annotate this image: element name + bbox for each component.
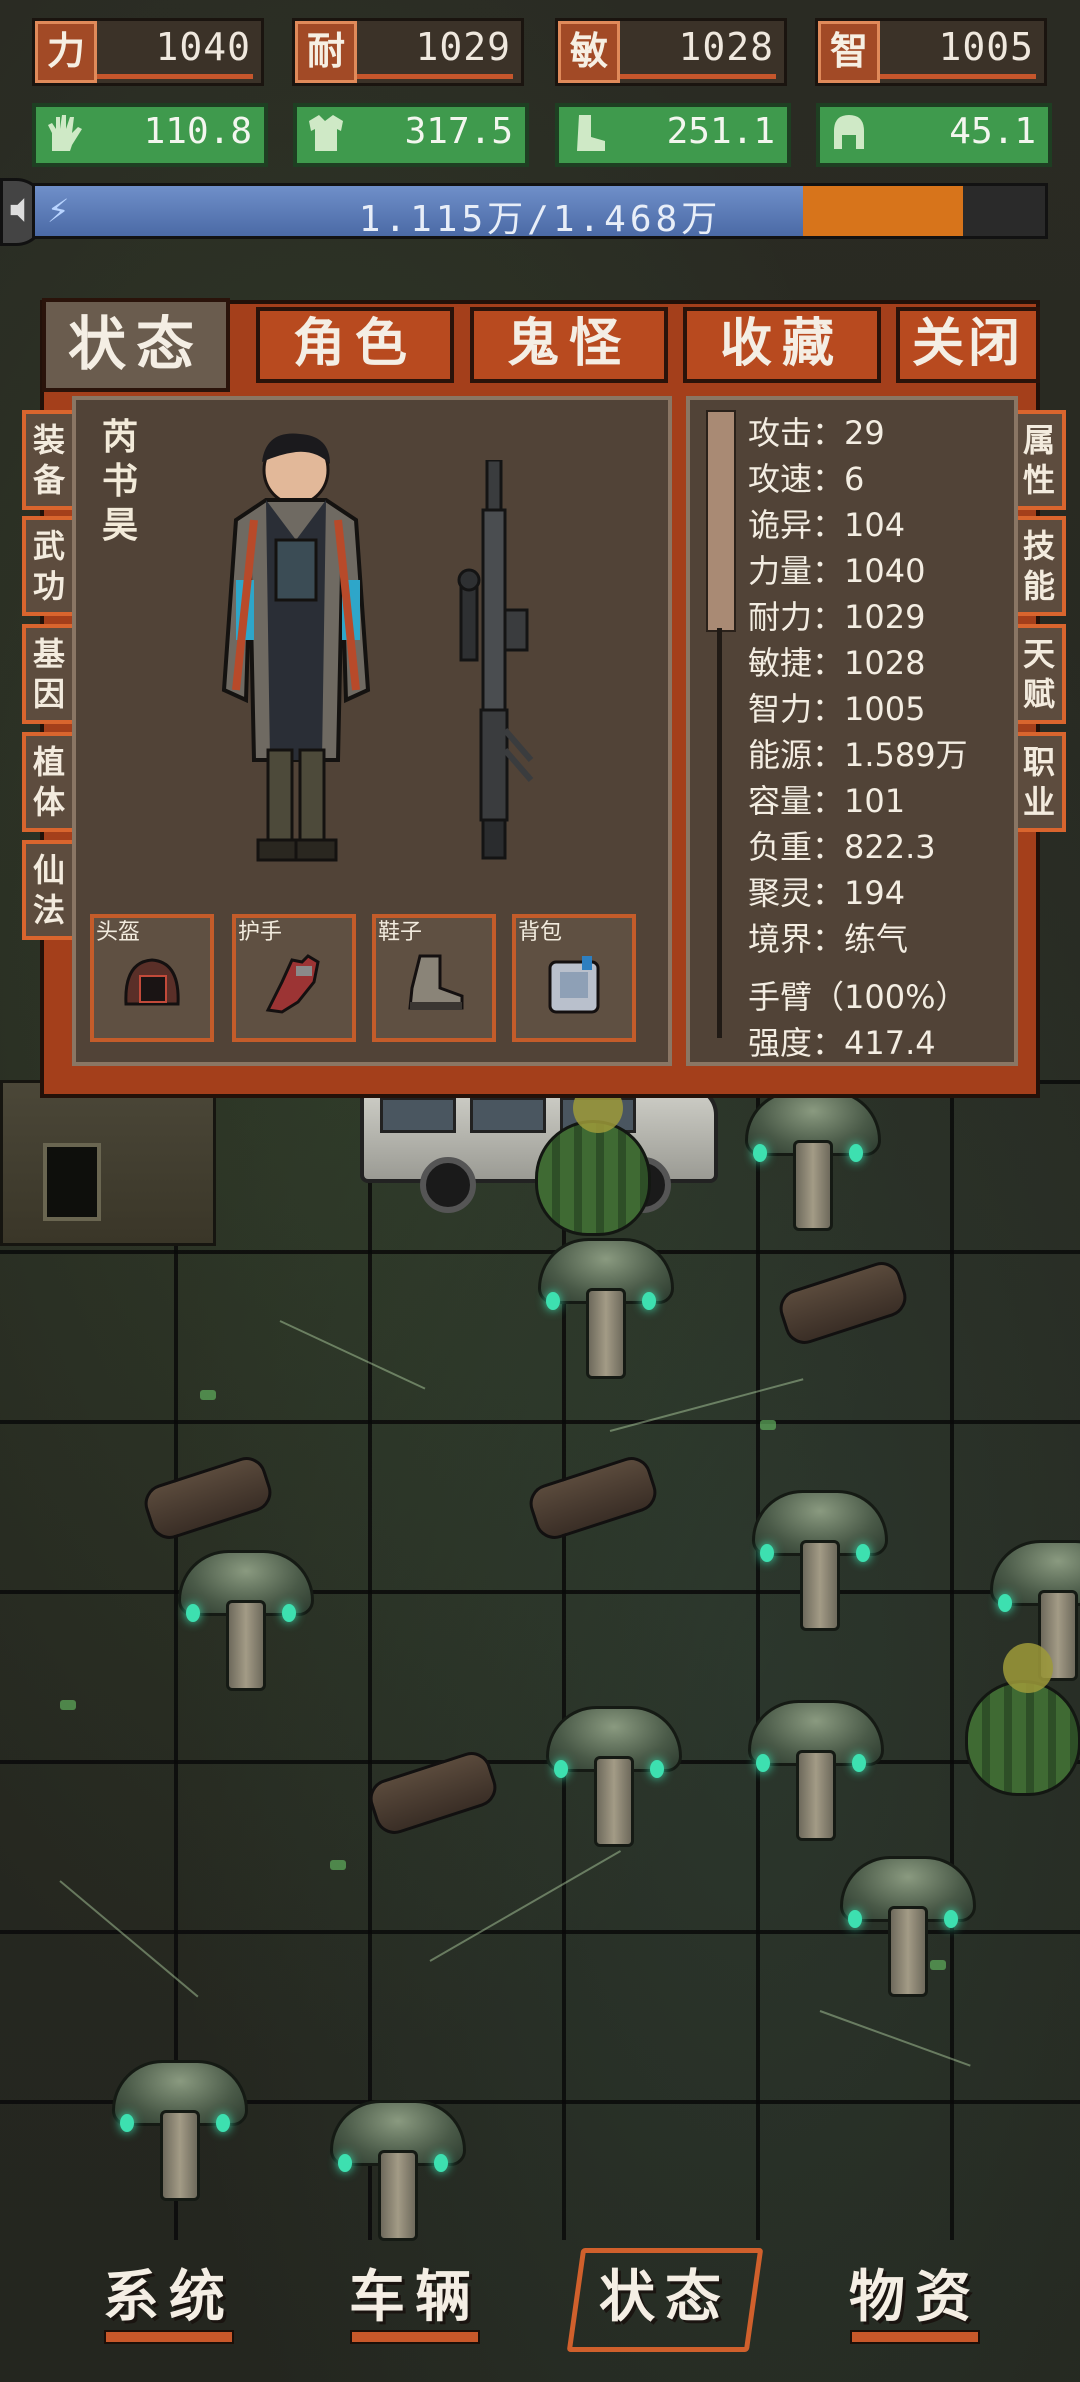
mushroom-monster[interactable] (748, 1700, 884, 1841)
side-tab-profession[interactable]: 职业 (1012, 732, 1066, 832)
armor-icon (309, 115, 343, 151)
attr-tag: 力 (35, 21, 97, 83)
side-tab-equipment[interactable]: 装备 (22, 410, 76, 510)
slot-boots[interactable]: 鞋子 (372, 914, 496, 1042)
scroll-thumb[interactable] (706, 410, 736, 632)
stat-load: 负重：822.3 (748, 828, 936, 866)
backpack-icon (548, 956, 600, 1014)
slot-label: 鞋子 (378, 920, 423, 945)
gear-value: 110.8 (143, 111, 252, 152)
attr-value: 1028 (678, 25, 774, 69)
nav-supplies[interactable]: 物资 (830, 2258, 1000, 2344)
stat-strength: 力量：1040 (748, 552, 926, 590)
stat-weirdness: 诡异：104 (748, 506, 906, 544)
slot-gloves[interactable]: 护手 (232, 914, 356, 1042)
stat-agility: 敏捷：1028 (748, 644, 926, 682)
attr-tag: 敏 (558, 21, 620, 83)
mushroom-monster[interactable] (330, 2100, 466, 2241)
tab-status[interactable]: 状态 (42, 298, 230, 392)
hut-door[interactable] (43, 1143, 101, 1221)
helmet-icon (124, 958, 180, 1006)
mushroom-monster[interactable] (546, 1706, 682, 1847)
stat-attack-speed: 攻速：6 (748, 460, 865, 498)
gear-glove-stat: 110.8 (32, 103, 268, 167)
attr-intelligence: 智 1005 (815, 18, 1047, 86)
glove-icon (48, 115, 82, 151)
tab-collection[interactable]: 收藏 (683, 307, 881, 383)
nav-status[interactable]: 状态 (566, 2248, 764, 2352)
attr-value: 1029 (415, 25, 511, 69)
ruined-hut[interactable] (0, 1080, 216, 1246)
van-window (380, 1097, 456, 1133)
character-portrait[interactable] (196, 430, 396, 880)
stat-intelligence: 智力：1005 (748, 690, 926, 728)
close-button[interactable]: 关闭 (896, 307, 1040, 383)
side-tab-implant[interactable]: 植体 (22, 732, 76, 832)
rifle-weapon[interactable] (451, 460, 541, 860)
mushroom-monster[interactable] (112, 2060, 248, 2201)
side-tab-gene[interactable]: 基因 (22, 624, 76, 724)
stat-energy: 能源：1.589万 (748, 736, 968, 774)
tab-monsters[interactable]: 鬼怪 (470, 307, 668, 383)
speaker-icon (10, 198, 25, 222)
gear-helmet-stat: 45.1 (816, 103, 1052, 167)
attr-agility: 敏 1028 (555, 18, 787, 86)
gear-armor-stat: 317.5 (293, 103, 529, 167)
gear-value: 317.5 (404, 111, 513, 152)
equipment-view: 芮书昊 头盔 护手 鞋子 背包 (72, 396, 672, 1066)
stat-spirit: 聚灵：194 (748, 874, 906, 912)
side-tab-martial[interactable]: 武功 (22, 516, 76, 616)
mushroom-monster[interactable] (745, 1090, 881, 1231)
energy-bar: ⚡ 1.115万/1.468万 (32, 183, 1048, 240)
stat-attack: 攻击：29 (748, 414, 885, 452)
spore-pod-monster[interactable] (965, 1643, 1080, 1796)
tab-character[interactable]: 角色 (256, 307, 454, 383)
nav-label: 系统 (103, 2265, 235, 2330)
attr-value: 1005 (938, 25, 1034, 69)
side-tab-skills[interactable]: 技能 (1012, 516, 1066, 616)
slot-backpack[interactable]: 背包 (512, 914, 636, 1042)
mushroom-monster[interactable] (840, 1856, 976, 1997)
stat-realm: 境界：练气 (748, 920, 909, 958)
helmet-icon (834, 115, 864, 149)
side-tab-talent[interactable]: 天赋 (1012, 624, 1066, 724)
attr-tag: 耐 (295, 21, 357, 83)
side-tab-attributes[interactable]: 属性 (1012, 410, 1066, 510)
gear-value: 251.1 (666, 111, 775, 152)
attr-strength: 力 1040 (32, 18, 264, 86)
stat-arm: 手臂（100%） (748, 978, 968, 1016)
mushroom-monster[interactable] (752, 1490, 888, 1631)
attribute-list[interactable]: 攻击：29 攻速：6 诡异：104 力量：1040 耐力：1029 敏捷：102… (686, 396, 1018, 1066)
attr-endurance: 耐 1029 (292, 18, 524, 86)
mushroom-monster[interactable] (178, 1550, 314, 1691)
spore-pod-monster[interactable] (535, 1083, 651, 1236)
van-window (470, 1097, 546, 1133)
van-wheel (420, 1157, 476, 1213)
gear-value: 45.1 (949, 111, 1036, 152)
stat-strength-rating: 强度：417.4 (748, 1024, 936, 1062)
stat-capacity: 容量：101 (748, 782, 906, 820)
mushroom-monster[interactable] (538, 1238, 674, 1379)
boot-icon (408, 954, 464, 1010)
scrollbar[interactable] (706, 410, 736, 1050)
nav-system[interactable]: 系统 (84, 2258, 254, 2344)
glove-icon (265, 954, 320, 1014)
character-name: 芮书昊 (102, 417, 139, 546)
nav-vehicle[interactable]: 车辆 (330, 2258, 500, 2344)
stat-endurance: 耐力：1029 (748, 598, 926, 636)
attr-tag: 智 (818, 21, 880, 83)
slot-label: 头盔 (96, 920, 141, 945)
slot-helmet[interactable]: 头盔 (90, 914, 214, 1042)
energy-text: 1.115万/1.468万 (358, 199, 722, 240)
side-tab-immortal-arts[interactable]: 仙法 (22, 840, 76, 940)
gear-boot-stat: 251.1 (555, 103, 791, 167)
nav-label: 物资 (849, 2265, 981, 2330)
slot-label: 背包 (518, 920, 563, 945)
attr-value: 1040 (155, 25, 251, 69)
nav-label: 车辆 (349, 2265, 481, 2330)
boot-icon (577, 115, 605, 151)
slot-label: 护手 (238, 920, 283, 945)
